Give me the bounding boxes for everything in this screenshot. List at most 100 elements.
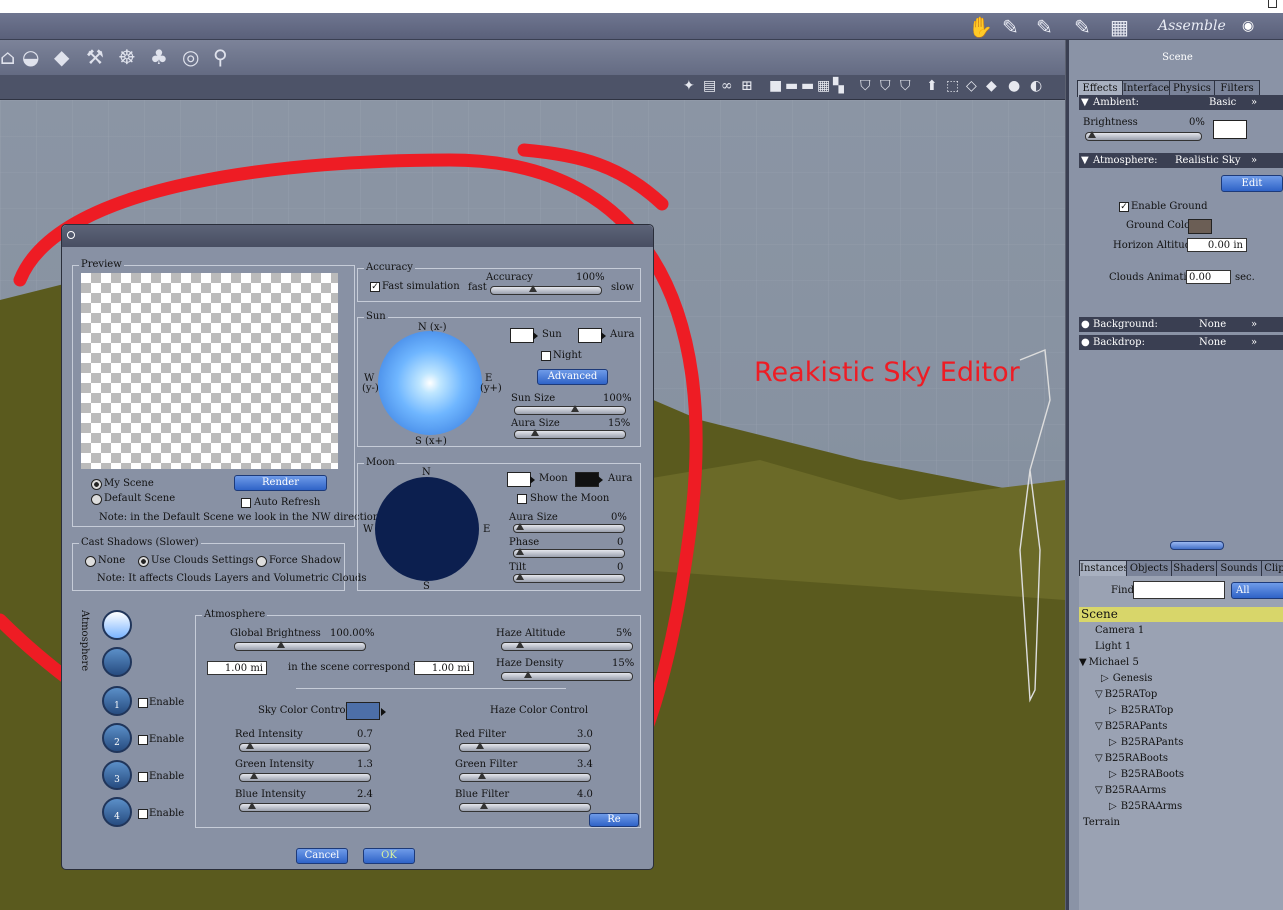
chevron-down-icon[interactable]: » bbox=[1251, 317, 1257, 332]
tree-row-b25raboots-child[interactable]: ▷ B25RABoots bbox=[1079, 767, 1283, 782]
phase-slider[interactable] bbox=[513, 548, 625, 558]
show-moon-checkbox[interactable] bbox=[517, 494, 527, 504]
cloud-layer-2-icon[interactable]: 2 bbox=[102, 723, 132, 753]
tree-row-camera[interactable]: Camera 1 bbox=[1079, 623, 1283, 638]
cloud-layer-1-checkbox[interactable] bbox=[138, 698, 148, 708]
assemble-mode-label[interactable]: Assemble bbox=[1158, 18, 1226, 34]
green-filter-slider[interactable] bbox=[459, 772, 591, 782]
aura-size-slider[interactable] bbox=[514, 429, 626, 439]
moon-aura-arrow-icon[interactable] bbox=[598, 476, 603, 484]
light-icon[interactable]: ✦ bbox=[683, 78, 695, 94]
face-mode-icon[interactable]: ✎ bbox=[1002, 15, 1019, 39]
tree-row-light[interactable]: Light 1 bbox=[1079, 639, 1283, 654]
find-input[interactable] bbox=[1133, 581, 1225, 599]
enable-ground-checkbox[interactable]: ✓ bbox=[1119, 202, 1129, 212]
fast-simulation-checkbox[interactable]: ✓ bbox=[370, 282, 380, 292]
ambient-color-swatch[interactable] bbox=[1213, 120, 1247, 139]
cloud-layer-2-checkbox[interactable] bbox=[138, 735, 148, 745]
tree-row-b25rapants[interactable]: ▽ B25RAPants bbox=[1079, 719, 1283, 734]
triangle-down-icon[interactable]: ▽ bbox=[1079, 689, 1103, 700]
sphere-shaded-icon[interactable]: ◐ bbox=[1030, 78, 1042, 94]
hand-mode-icon[interactable]: ✋ bbox=[968, 15, 993, 39]
atmosphere-edit-button[interactable]: Edit bbox=[1221, 175, 1283, 192]
sun-color-arrow-icon[interactable] bbox=[533, 332, 538, 340]
render-button[interactable]: Render bbox=[234, 475, 327, 491]
backdrop-section-header[interactable]: ● Backdrop: None » bbox=[1079, 335, 1283, 350]
fish-icon[interactable]: ∞ bbox=[721, 78, 733, 94]
sphere-icon[interactable]: ● bbox=[1008, 78, 1020, 94]
shield-2-icon[interactable]: ⛉ bbox=[880, 78, 891, 94]
atmosphere-preset[interactable]: Realistic Sky bbox=[1175, 153, 1241, 168]
shadow-none-radio[interactable] bbox=[85, 556, 96, 567]
sun-color-swatch[interactable] bbox=[510, 328, 534, 343]
triangle-right-icon[interactable]: ▷ bbox=[1079, 801, 1117, 812]
chevron-down-icon[interactable]: » bbox=[1251, 95, 1257, 110]
atmosphere-section-header[interactable]: ▼ Atmosphere: Realistic Sky » bbox=[1079, 153, 1283, 168]
cloud-layer-4-checkbox[interactable] bbox=[138, 809, 148, 819]
shield-1-icon[interactable]: ⛉ bbox=[860, 78, 871, 94]
stack-icon[interactable]: ▤ bbox=[703, 78, 716, 94]
moon-color-swatch[interactable] bbox=[507, 472, 531, 487]
grid-icon[interactable]: ⊞ bbox=[741, 78, 753, 94]
clouds-base-icon[interactable] bbox=[102, 647, 132, 677]
bowl-icon[interactable]: ◒ bbox=[22, 45, 39, 69]
triangle-right-icon[interactable]: ▷ bbox=[1079, 673, 1109, 684]
tab-objects[interactable]: Objects bbox=[1126, 560, 1172, 577]
cloud-layer-1-icon[interactable]: 1 bbox=[102, 686, 132, 716]
sky-color-swatch[interactable] bbox=[346, 702, 380, 720]
triangle-down-icon[interactable]: ▼ bbox=[1079, 657, 1087, 668]
advanced-button[interactable]: Advanced bbox=[537, 369, 608, 385]
shadow-use-clouds-radio[interactable] bbox=[138, 556, 149, 567]
night-checkbox[interactable] bbox=[541, 351, 551, 361]
moon-aura-size-slider[interactable] bbox=[513, 523, 625, 533]
layout-5-icon[interactable]: ▚ bbox=[833, 78, 844, 94]
layout-2-icon[interactable]: ▬ bbox=[785, 78, 798, 94]
cube-dash-icon[interactable]: ⬚ bbox=[946, 78, 959, 94]
target-icon[interactable]: ◎ bbox=[182, 45, 199, 69]
default-scene-radio[interactable] bbox=[91, 494, 102, 505]
triangle-down-icon[interactable]: ▽ bbox=[1079, 785, 1103, 796]
clouds-animation-field[interactable]: 0.00 bbox=[1186, 270, 1231, 284]
close-icon[interactable] bbox=[67, 231, 75, 239]
tree-row-b25ratop-child[interactable]: ▷ B25RATop bbox=[1079, 703, 1283, 718]
shadow-force-radio[interactable] bbox=[256, 556, 267, 567]
moon-aura-swatch[interactable] bbox=[575, 472, 599, 487]
tab-sounds[interactable]: Sounds bbox=[1216, 560, 1262, 577]
cancel-button[interactable]: Cancel bbox=[296, 848, 348, 864]
tab-shaders[interactable]: Shaders bbox=[1171, 560, 1217, 577]
ground-color-swatch[interactable] bbox=[1188, 219, 1212, 234]
sun-size-slider[interactable] bbox=[514, 405, 626, 415]
background-value[interactable]: None bbox=[1199, 317, 1226, 332]
moon-sky-dome[interactable] bbox=[375, 477, 479, 581]
ok-button[interactable]: OK bbox=[363, 848, 415, 864]
chevron-down-icon[interactable]: » bbox=[1251, 153, 1257, 168]
find-filter-select[interactable]: All bbox=[1231, 582, 1283, 599]
blue-intensity-slider[interactable] bbox=[239, 802, 371, 812]
cube-wire-icon[interactable]: ◇ bbox=[966, 78, 977, 94]
cloth-mode-icon[interactable]: ✎ bbox=[1074, 15, 1091, 39]
global-brightness-slider[interactable] bbox=[234, 641, 366, 651]
tree-row-b25raboots[interactable]: ▽ B25RABoots bbox=[1079, 751, 1283, 766]
cube-solid-icon[interactable]: ◆ bbox=[986, 78, 997, 94]
house-icon[interactable]: ⌂ bbox=[0, 45, 15, 69]
triangle-down-icon[interactable]: ▽ bbox=[1079, 721, 1103, 732]
tree-row-michael[interactable]: ▼ Michael 5 bbox=[1079, 655, 1283, 670]
tree-row-terrain[interactable]: Terrain bbox=[1079, 815, 1283, 830]
triangle-right-icon[interactable]: ▷ bbox=[1079, 705, 1117, 716]
layout-3-icon[interactable]: ▬ bbox=[801, 78, 814, 94]
triangle-right-icon[interactable]: ▷ bbox=[1079, 769, 1117, 780]
bone-icon[interactable]: ⚲ bbox=[213, 45, 228, 69]
cloud-layer-4-icon[interactable]: 4 bbox=[102, 797, 132, 827]
tree-row-b25rapants-child[interactable]: ▷ B25RAPants bbox=[1079, 735, 1283, 750]
tree-row-b25raarms-child[interactable]: ▷ B25RAArms bbox=[1079, 799, 1283, 814]
my-scene-radio[interactable] bbox=[91, 479, 102, 490]
cloud-layer-3-checkbox[interactable] bbox=[138, 772, 148, 782]
eye-icon[interactable]: ◉ bbox=[1242, 18, 1254, 34]
haze-density-slider[interactable] bbox=[501, 671, 633, 681]
tree-row-genesis[interactable]: ▷ Genesis bbox=[1079, 671, 1283, 686]
blue-filter-slider[interactable] bbox=[459, 802, 591, 812]
hair-mode-icon[interactable]: ✎ bbox=[1036, 15, 1053, 39]
scale-right-field[interactable]: 1.00 mi bbox=[414, 661, 474, 675]
tab-instances[interactable]: Instances bbox=[1079, 560, 1129, 577]
background-section-header[interactable]: ● Background: None » bbox=[1079, 317, 1283, 332]
